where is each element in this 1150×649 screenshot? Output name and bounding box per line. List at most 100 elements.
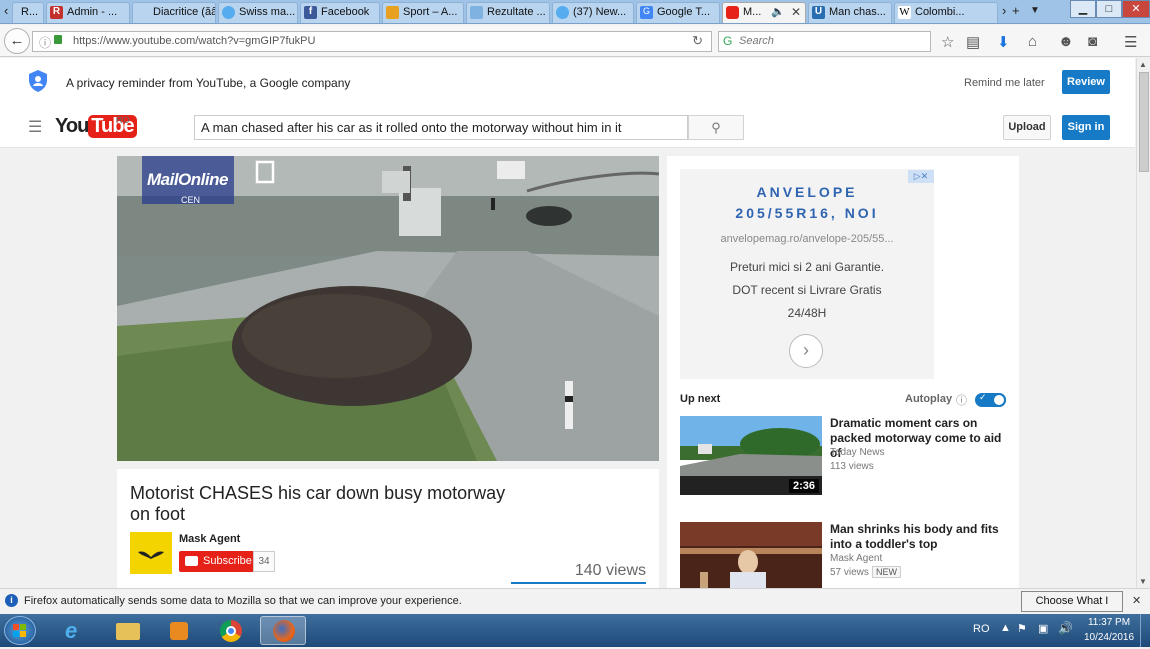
tab-item[interactable]: U Man chas... [808, 2, 892, 23]
tab-item[interactable]: f Facebook [300, 2, 380, 23]
info-icon[interactable]: ⓘ [956, 392, 967, 408]
tab-list-icon[interactable]: ▼ [1030, 5, 1040, 16]
video-thumbnail[interactable]: 2:36 [680, 416, 822, 495]
firefox-icon[interactable] [260, 616, 306, 645]
channel-avatar[interactable] [130, 532, 172, 574]
search-button[interactable]: ⚲ [688, 115, 744, 140]
network-icon[interactable]: ▣ [1038, 622, 1048, 635]
channel-name[interactable]: Mask Agent [179, 533, 240, 545]
ad-banner[interactable]: ▷✕ ANVELOPE 205/55R16, NOI anvelopemag.r… [680, 169, 934, 379]
u-favicon-icon: U [812, 6, 825, 19]
tab-item[interactable]: Diacritice (ăâî... [132, 2, 216, 23]
tab-label: Man chas... [829, 6, 886, 18]
subscribe-button[interactable]: Subscribe [179, 551, 258, 572]
clock-time[interactable]: 11:37 PM [1084, 617, 1134, 628]
tab-item[interactable]: R... [12, 2, 44, 23]
ad-text-line3: 24/48H [787, 306, 827, 320]
maximize-window-icon[interactable]: □ [1096, 0, 1122, 18]
tab-item[interactable]: W Colombi... [894, 2, 998, 23]
list-item[interactable]: 2:36 Dramatic moment cars on packed moto… [680, 416, 1010, 496]
video-thumbnail[interactable] [680, 522, 822, 588]
chat-icon[interactable]: ☻ [1058, 33, 1074, 50]
close-icon[interactable]: ✕ [1132, 594, 1141, 607]
tab-item-active[interactable]: M... 🔈 ✕ [722, 2, 806, 23]
show-desktop-button[interactable] [1140, 614, 1150, 647]
tab-label: Sport – A... [403, 6, 458, 18]
bookmark-star-icon[interactable]: ☆ [941, 33, 954, 51]
windows-logo-icon [13, 624, 26, 637]
reading-list-icon[interactable]: ▤ [966, 33, 980, 51]
minimize-window-icon[interactable]: ▁ [1070, 0, 1096, 18]
search-query-text: A man chased after his car as it rolled … [201, 120, 622, 135]
internet-explorer-icon[interactable]: e [52, 616, 98, 645]
language-indicator[interactable]: RO [973, 623, 990, 635]
scrollbar-thumb[interactable] [1139, 72, 1149, 172]
ad-text-line2: DOT recent si Livrare Gratis [732, 283, 882, 297]
pocket-icon[interactable]: ◙ [1088, 33, 1097, 50]
tab-item[interactable]: Sport – A... [382, 2, 464, 23]
hidden-icons-arrow-icon[interactable]: ▲ [1000, 622, 1011, 634]
scroll-down-icon[interactable]: ▼ [1139, 577, 1147, 586]
adchoices-icon[interactable]: ▷✕ [908, 170, 934, 183]
sign-in-button[interactable]: Sign in [1062, 115, 1110, 140]
volume-icon[interactable]: 🔊 [1058, 621, 1073, 635]
hamburger-menu-icon[interactable]: ☰ [1124, 33, 1137, 51]
firefox-notification-bar: i Firefox automatically sends some data … [0, 588, 1150, 626]
youtube-search-input[interactable]: A man chased after his car as it rolled … [194, 115, 688, 140]
upload-button[interactable]: Upload [1003, 115, 1051, 140]
tab-scroll-left-icon[interactable]: ‹ [4, 3, 8, 18]
info-icon: i [5, 594, 18, 607]
chrome-icon[interactable] [208, 616, 254, 645]
back-arrow-icon[interactable]: ← [4, 28, 30, 54]
action-center-flag-icon[interactable]: ⚑ [1017, 622, 1027, 635]
remind-me-later-link[interactable]: Remind me later [964, 77, 1045, 89]
tab-item[interactable]: R Admin - ... [46, 2, 130, 23]
youtube-masthead: ☰ You Tube RO A man chased after his car … [0, 106, 1135, 148]
ad-url: anvelopemag.ro/anvelope-205/55... [720, 233, 894, 245]
reload-icon[interactable]: ↻ [692, 33, 703, 49]
tab-label: Rezultate ... [487, 6, 546, 18]
clock-date[interactable]: 10/24/2016 [1080, 632, 1138, 643]
tab-item[interactable]: G Google T... [636, 2, 720, 23]
check-icon: ✓ [979, 392, 987, 402]
tab-item[interactable]: Swiss ma... [218, 2, 298, 23]
shield-icon [29, 70, 47, 92]
video-views: 113 views [830, 461, 874, 472]
close-window-icon[interactable]: ✕ [1122, 0, 1150, 18]
tab-item[interactable]: (37) New... [552, 2, 634, 23]
choose-what-i-share-button[interactable]: Choose What I Share [1021, 591, 1123, 626]
tab-scroll-right-icon[interactable]: › [1002, 3, 1006, 18]
list-item[interactable]: Man shrinks his body and fits into a tod… [680, 522, 1010, 588]
video-title[interactable]: Man shrinks his body and fits into a tod… [830, 522, 1010, 552]
autoplay-label: Autoplay [905, 393, 953, 405]
start-button[interactable] [4, 616, 36, 645]
speaker-icon[interactable]: 🔈 [771, 5, 785, 18]
info-icon[interactable]: ⓘ [39, 34, 51, 51]
url-bar[interactable]: ⓘ https://www.youtube.com/watch?v=gmGIP7… [32, 31, 712, 52]
autoplay-toggle[interactable]: ✓ [975, 392, 1006, 407]
download-icon[interactable]: ⬇ [997, 33, 1010, 51]
ad-next-arrow-icon[interactable]: › [789, 334, 823, 368]
video-credit: CEN [181, 195, 201, 205]
ad-text-line1: Preturi mici si 2 ani Garantie. [729, 260, 885, 274]
tab-label: Swiss ma... [239, 6, 296, 18]
guide-menu-icon[interactable]: ☰ [28, 117, 42, 137]
media-player-icon[interactable] [156, 616, 202, 645]
tab-label: (37) New... [573, 6, 627, 18]
video-player[interactable]: MailOnline CEN [117, 156, 659, 461]
tab-item[interactable]: Rezultate ... [466, 2, 550, 23]
new-tab-icon[interactable]: + [1012, 3, 1020, 18]
scroll-up-icon[interactable]: ▲ [1139, 60, 1147, 69]
file-explorer-icon[interactable] [104, 616, 150, 645]
mask-logo-icon [138, 551, 164, 559]
video-channel: Today News [830, 447, 885, 458]
subscribe-label: Subscribe [203, 555, 252, 567]
page-scrollbar[interactable]: ▲ ▼ [1136, 58, 1150, 588]
close-tab-icon[interactable]: ✕ [791, 5, 801, 19]
home-icon[interactable]: ⌂ [1028, 33, 1037, 50]
tab-label: M... [743, 6, 762, 18]
lock-icon [54, 35, 62, 44]
review-button[interactable]: Review [1062, 70, 1110, 94]
browser-search-input[interactable]: G Search [718, 31, 931, 52]
facebook-favicon-icon: f [304, 6, 317, 19]
